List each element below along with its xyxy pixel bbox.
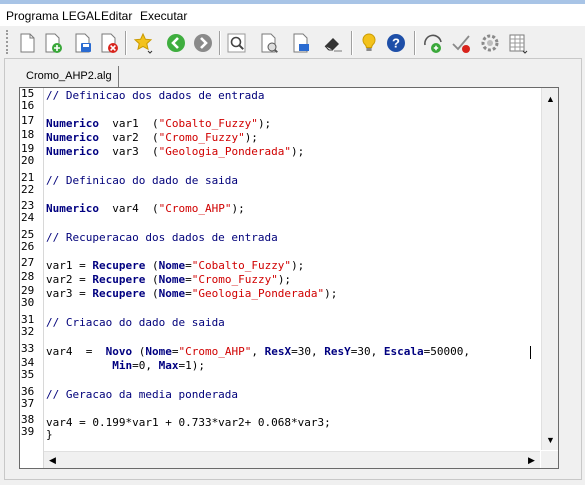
vertical-scroll-thumb[interactable] — [543, 110, 557, 300]
keyword: Numerico — [46, 202, 99, 215]
keyword: ResX — [264, 345, 292, 358]
toolbar: ? — [0, 26, 585, 58]
scroll-left-arrow-icon[interactable]: ◀ — [44, 452, 61, 469]
string-literal: "Cromo_Fuzzy" — [191, 273, 278, 286]
keyword: ResY — [324, 345, 351, 358]
line-number: 35 — [21, 368, 35, 381]
string-literal: "Cromo_Fuzzy" — [158, 131, 245, 144]
document-export-icon[interactable] — [290, 32, 312, 54]
keyword: Numerico — [46, 131, 99, 144]
line-number: 22 — [21, 183, 35, 196]
menu-bar: Programa LEGAL Editar Executar — [0, 4, 585, 26]
back-arrow-icon[interactable] — [165, 32, 187, 54]
menu-programa-legal[interactable]: Programa LEGAL — [6, 9, 101, 23]
line-number: 30 — [21, 296, 35, 309]
line-number-gutter: 15 16 17 18 19 20 21 22 23 24 25 26 27 2… — [20, 88, 44, 468]
toolbar-separator — [414, 31, 416, 55]
save-icon[interactable] — [72, 32, 94, 54]
keyword: Nome — [158, 259, 186, 272]
code-line: // Recuperacao dos dados de entrada — [46, 231, 278, 244]
code-line: // Definicao dos dados de entrada — [46, 89, 265, 102]
toolbar-grip[interactable] — [6, 30, 10, 54]
new-document-icon[interactable] — [16, 32, 38, 54]
line-number: 33 — [21, 342, 35, 355]
code-line: // Geracao da media ponderada — [46, 388, 239, 401]
toolbar-separator — [351, 31, 353, 55]
line-number: 28 — [21, 270, 35, 283]
keyword: Nome — [145, 345, 172, 358]
code-line: Numerico var2 ("Cromo_Fuzzy"); — [46, 131, 258, 144]
line-number: 32 — [21, 325, 35, 338]
code-line: var2 = Recupere (Nome="Cromo_Fuzzy"); — [46, 273, 292, 286]
code-line: // Criacao do dado de saida — [46, 316, 225, 329]
tab-cromo-ahp2[interactable]: Cromo_AHP2.alg — [20, 66, 119, 87]
toolbar-separator — [219, 31, 221, 55]
star-favorite-icon[interactable] — [133, 32, 155, 54]
keyword: Novo — [105, 345, 133, 358]
line-number: 18 — [21, 128, 35, 141]
string-literal: "Cromo_AHP" — [158, 202, 232, 215]
line-number: 26 — [21, 240, 35, 253]
svg-text:?: ? — [392, 36, 400, 51]
code-line: // Definicao do dado de saida — [46, 174, 239, 187]
keyword: Nome — [158, 287, 186, 300]
string-literal: "Cobalto_Fuzzy" — [191, 259, 292, 272]
code-line: Min=0, Max=1); — [112, 359, 205, 372]
vertical-scrollbar[interactable]: ▲ ▼ — [541, 88, 558, 450]
scrollbar-corner — [541, 451, 558, 468]
menu-editar[interactable]: Editar — [101, 9, 132, 23]
line-number: 17 — [21, 114, 35, 127]
code-line: var4 = Novo (Nome="Cromo_AHP", ResX=30, … — [46, 345, 470, 358]
checkmark-icon[interactable] — [450, 32, 472, 54]
keyword: Recupere — [92, 273, 146, 286]
forward-arrow-icon[interactable] — [192, 32, 214, 54]
line-number: 37 — [21, 397, 35, 410]
search-icon[interactable] — [226, 32, 248, 54]
horizontal-scrollbar[interactable]: ◀ ▶ — [44, 451, 540, 468]
scroll-up-arrow-icon[interactable]: ▲ — [542, 90, 559, 107]
menu-executar[interactable]: Executar — [140, 9, 187, 23]
code-line: var1 = Recupere (Nome="Cobalto_Fuzzy"); — [46, 259, 305, 272]
gear-icon[interactable] — [479, 32, 501, 54]
grid-icon[interactable] — [507, 32, 529, 54]
keyword: Recupere — [92, 287, 146, 300]
string-literal: "Cobalto_Fuzzy" — [158, 117, 258, 130]
scroll-right-arrow-icon[interactable]: ▶ — [523, 452, 540, 469]
keyword: Nome — [158, 273, 186, 286]
eraser-icon[interactable] — [322, 32, 344, 54]
line-number: 16 — [21, 99, 35, 112]
code-line: } — [46, 428, 53, 441]
code-line: Numerico var3 ("Geologia_Ponderada"); — [46, 145, 305, 158]
code-line: Numerico var1 ("Cobalto_Fuzzy"); — [46, 117, 272, 130]
code-line: Numerico var4 ("Cromo_AHP"); — [46, 202, 245, 215]
code-editor[interactable]: 15 16 17 18 19 20 21 22 23 24 25 26 27 2… — [19, 87, 559, 469]
keyword: Recupere — [92, 259, 146, 272]
line-number: 27 — [21, 256, 35, 269]
print-preview-icon[interactable] — [258, 32, 280, 54]
close-red-icon[interactable] — [98, 32, 120, 54]
help-icon[interactable]: ? — [385, 32, 407, 54]
toolbar-separator — [125, 31, 127, 55]
line-number: 24 — [21, 211, 35, 224]
editor-panel: Cromo_AHP2.alg 15 16 17 18 19 20 21 22 2… — [4, 58, 582, 480]
lightbulb-icon[interactable] — [358, 32, 380, 54]
keyword: Numerico — [46, 117, 99, 130]
keyword: Min — [112, 359, 133, 372]
code-line: var4 = 0.199*var1 + 0.733*var2+ 0.068*va… — [46, 416, 331, 429]
scroll-down-arrow-icon[interactable]: ▼ — [542, 431, 559, 448]
run-icon[interactable] — [422, 32, 444, 54]
keyword: Numerico — [46, 145, 99, 158]
line-number: 20 — [21, 154, 35, 167]
string-literal: "Cromo_AHP" — [178, 345, 252, 358]
string-literal: "Geologia_Ponderada" — [158, 145, 292, 158]
code-line: var3 = Recupere (Nome="Geologia_Ponderad… — [46, 287, 338, 300]
keyword: Max — [158, 359, 179, 372]
line-number: 39 — [21, 425, 35, 438]
keyword: Escala — [383, 345, 424, 358]
code-area[interactable]: // Definicao dos dados de entrada Numeri… — [46, 88, 534, 448]
string-literal: "Geologia_Ponderada" — [191, 287, 325, 300]
text-caret — [530, 346, 531, 359]
open-add-icon[interactable] — [42, 32, 64, 54]
